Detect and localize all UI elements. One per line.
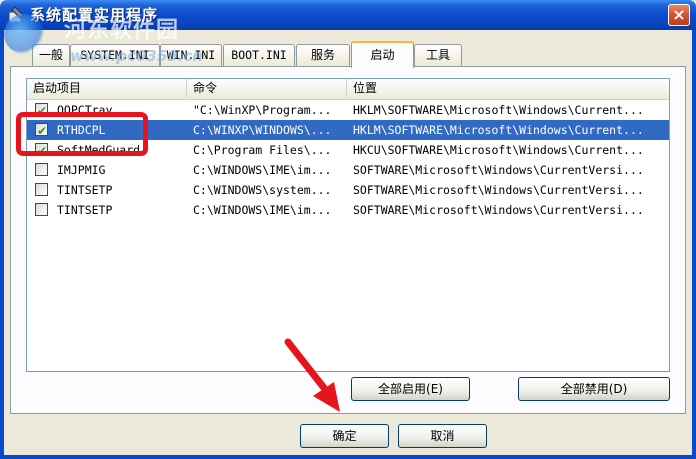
tab-label: BOOT.INI [231, 48, 287, 62]
startup-checkbox[interactable] [35, 183, 48, 196]
startup-checkbox[interactable] [35, 163, 48, 176]
column-header-item[interactable]: 启动项目 [27, 79, 187, 98]
startup-item-location: HKCU\SOFTWARE\Microsoft\Windows\Current.… [353, 143, 644, 157]
list-item[interactable]: TINTSETP C:\WINDOWS\IME\im... SOFTWARE\Mic… [27, 200, 669, 220]
close-icon: × [672, 5, 686, 24]
column-header-location[interactable]: 位置 [347, 79, 669, 98]
startup-item-command: C:\Program Files\... [193, 143, 332, 157]
startup-item-location: SOFTWARE\Microsoft\Windows\CurrentVersi.… [353, 183, 644, 197]
tab-services[interactable]: 服务 [296, 44, 350, 66]
startup-item-command: "C:\WinXP\Program... [193, 103, 332, 117]
startup-item-location: SOFTWARE\Microsoft\Windows\CurrentVersi.… [353, 163, 644, 177]
tab-startup[interactable]: 启动 [351, 41, 414, 68]
tab-label: 工具 [425, 48, 450, 62]
close-button[interactable]: × [668, 4, 690, 26]
startup-item-command: C:\WINXP\WINDOWS\... [193, 123, 332, 137]
watermark-logo [4, 14, 44, 54]
column-header-command[interactable]: 命令 [187, 79, 347, 98]
startup-item-command: C:\WINDOWS\IME\im... [193, 203, 332, 217]
window-frame-bottom [0, 455, 696, 459]
tab-label: 一般 [38, 48, 63, 62]
watermark-text: 河东软件园 [64, 18, 180, 43]
window-frame-right [692, 30, 696, 459]
cancel-button[interactable]: 取消 [398, 424, 487, 448]
startup-item-location: HKLM\SOFTWARE\Microsoft\Windows\Current.… [353, 123, 644, 137]
tab-tools[interactable]: 工具 [414, 44, 462, 66]
startup-item-name: IMJPMIG [57, 163, 106, 177]
tab-label: 启动 [370, 48, 395, 62]
startup-item-command: C:\WINDOWS\system... [193, 183, 332, 197]
tab-label: 服务 [310, 48, 335, 62]
highlight-box [16, 112, 148, 156]
disable-all-button[interactable]: 全部禁用(D) [518, 377, 670, 401]
startup-item-location: SOFTWARE\Microsoft\Windows\CurrentVersi.… [353, 203, 644, 217]
enable-all-button[interactable]: 全部启用(E) [351, 377, 470, 401]
startup-checkbox[interactable] [35, 203, 48, 216]
list-item[interactable]: IMJPMIG C:\WINDOWS\IME\im... SOFTWARE\Micr… [27, 160, 669, 180]
startup-item-command: C:\WINDOWS\IME\im... [193, 163, 332, 177]
window-frame-left [0, 30, 4, 459]
startup-item-name: TINTSETP [57, 183, 113, 197]
ok-button[interactable]: 确定 [300, 424, 389, 448]
list-header: 启动项目 命令 位置 [27, 79, 669, 100]
list-item[interactable]: TINTSETP C:\WINDOWS\system... SOFTWARE\Mic… [27, 180, 669, 200]
tab-boot-ini[interactable]: BOOT.INI [223, 44, 295, 66]
watermark-url: www.pc0359.cn [70, 47, 203, 65]
startup-item-location: HKLM\SOFTWARE\Microsoft\Windows\Current.… [353, 103, 644, 117]
startup-item-name: TINTSETP [57, 203, 113, 217]
